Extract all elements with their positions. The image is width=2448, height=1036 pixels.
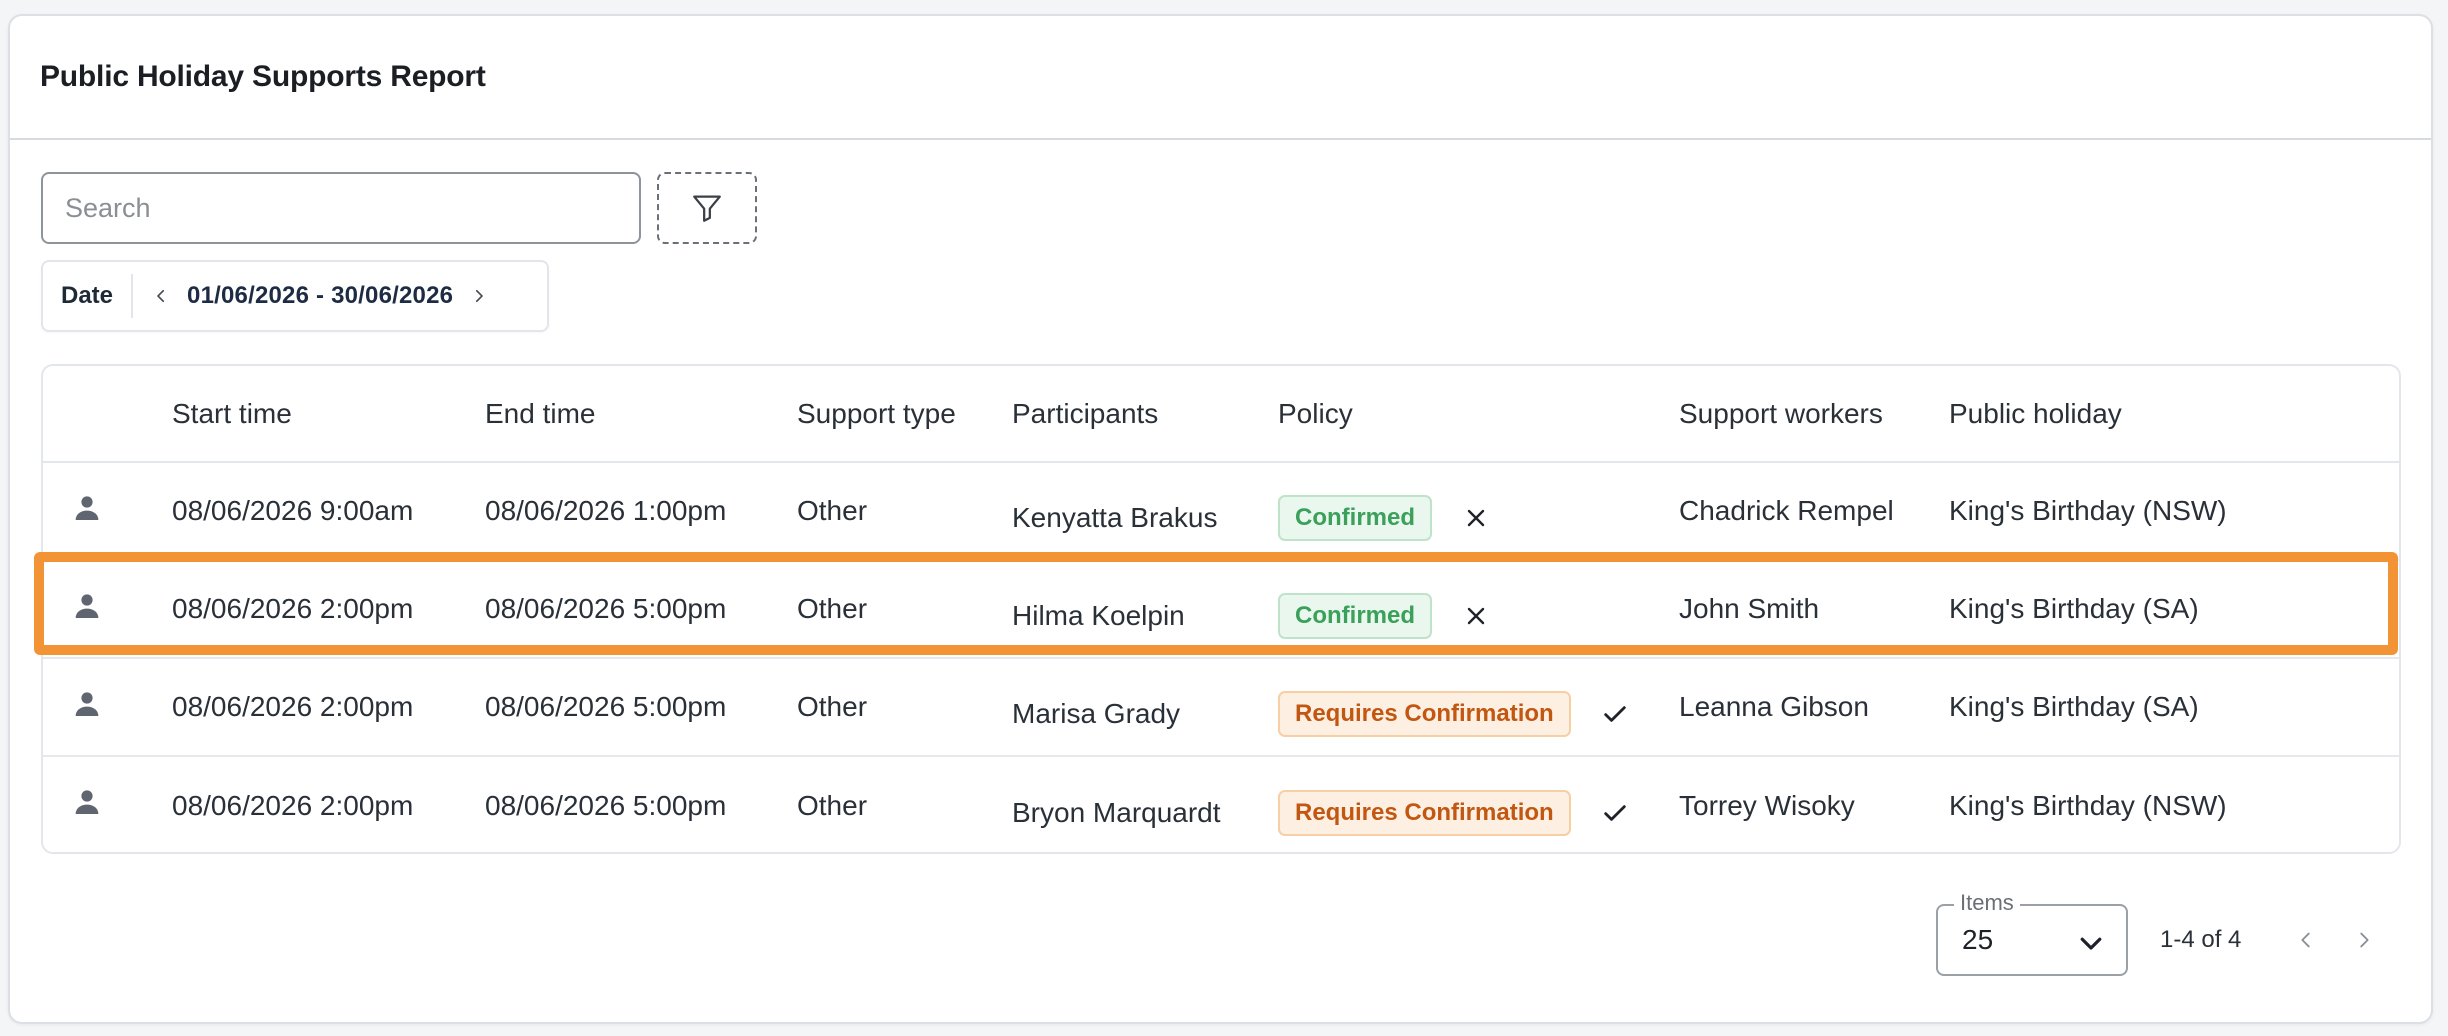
row-icon-cell [43,462,172,561]
person-icon [75,593,99,618]
public-holiday-cell: King's Birthday (SA) [1949,560,2399,659]
start-time-cell: 08/06/2026 9:00am [172,462,485,561]
participant-cell: Hilma Koelpin [1012,560,1278,659]
person-icon [75,691,99,716]
status-badge: Confirmed [1278,593,1432,639]
start-time-cell: 08/06/2026 2:00pm [172,789,414,821]
table-row[interactable]: 08/06/2026 2:00pm 08/06/2026 5:00pm Othe… [43,658,2399,757]
date-nav: 01/06/2026 - 30/06/2026 [133,282,493,310]
row-icon-cell [43,756,172,852]
end-time-cell: 08/06/2026 5:00pm [485,789,727,821]
items-value: 25 [1962,924,1994,955]
policy-cell: Requires Confirmation [1278,756,1679,852]
search-box[interactable] [41,172,641,244]
close-icon[interactable] [1460,600,1492,632]
column-header-icon [43,366,172,463]
participant-cell: Marisa Grady [1012,658,1278,757]
date-range-value[interactable]: 01/06/2026 - 30/06/2026 [187,282,453,310]
end-time-cell: 08/06/2026 5:00pm [485,658,797,757]
row-icon-cell [43,658,172,757]
chevron-right-icon [2360,932,2369,948]
filter-icon [693,195,721,222]
check-icon[interactable] [1599,698,1631,730]
items-label: Items [1954,890,2020,916]
support-worker-cell: Chadrick Rempel [1679,462,1949,561]
end-time-cell: 08/06/2026 1:00pm [485,462,797,561]
chevron-left-icon [2301,932,2311,948]
support-worker-cell: Leanna Gibson [1679,658,1949,757]
page-title: Public Holiday Supports Report [40,60,486,93]
person-icon [75,495,99,520]
column-header[interactable]: Support workers [1679,366,1949,463]
toolbar [41,172,757,244]
card-header: Public Holiday Supports Report [10,16,2431,140]
pagination-range: 1-4 of 4 [2160,926,2242,953]
start-time-cell: 08/06/2026 2:00pm [172,658,485,757]
public-holiday-cell: King's Birthday (NSW) [1949,789,2227,821]
public-holiday-cell: King's Birthday (SA) [1949,658,2399,757]
end-time-cell: 08/06/2026 5:00pm [485,560,797,659]
policy-cell: Requires Confirmation [1278,658,1679,757]
support-type-cell: Other [797,462,1012,561]
public-holiday-cell: King's Birthday (NSW) [1949,462,2399,561]
table-row[interactable]: 08/06/2026 2:00pm 08/06/2026 5:00pm Othe… [43,756,2399,852]
row-icon-cell [43,560,172,659]
date-range-filter: Date 01/06/2026 - 30/06/2026 [41,260,549,332]
column-header[interactable]: Start time [172,366,485,463]
prev-page-button[interactable] [2291,925,2321,955]
participant-cell: Bryon Marquardt [1012,796,1221,828]
table-row[interactable]: 08/06/2026 2:00pm 08/06/2026 5:00pm Othe… [43,560,2399,659]
status-badge: Requires Confirmation [1278,691,1571,737]
pagination-nav [2291,925,2379,955]
search-input[interactable] [65,192,639,224]
person-icon [75,790,99,814]
column-header[interactable]: Policy [1278,366,1679,463]
filter-button[interactable] [657,172,757,244]
date-prev-button[interactable] [147,282,175,310]
policy-cell: Confirmed [1278,560,1679,659]
column-header[interactable]: Support type [797,366,1012,463]
chevron-right-icon [476,289,484,303]
column-header[interactable]: Participants [1012,366,1278,463]
chevron-down-icon [2080,937,2102,950]
status-badge: Confirmed [1278,495,1432,541]
support-type-cell: Other [797,560,1012,659]
pagination: Items 25 1-4 of 4 [1936,890,2379,976]
status-badge: Requires Confirmation [1278,789,1571,836]
table-row[interactable]: 08/06/2026 9:00am 08/06/2026 1:00pm Othe… [43,462,2399,561]
support-type-cell: Other [797,789,868,821]
items-per-page-select[interactable]: Items 25 [1936,890,2128,976]
table-header-row: Start time End time Support type Partici… [43,366,2399,463]
column-header[interactable]: Public holiday [1949,366,2399,463]
date-next-button[interactable] [465,282,493,310]
support-worker-cell: John Smith [1679,560,1949,659]
chevron-left-icon [157,289,165,303]
policy-cell: Confirmed [1278,462,1679,561]
support-type-cell: Other [797,658,1012,757]
start-time-cell: 08/06/2026 2:00pm [172,560,485,659]
participant-cell: Kenyatta Brakus [1012,462,1278,561]
date-label: Date [43,274,134,318]
report-card: Public Holiday Supports Report Date 01/0… [8,14,2433,1024]
supports-table: Start time End time Support type Partici… [41,364,2401,854]
close-icon[interactable] [1460,502,1492,534]
next-page-button[interactable] [2349,925,2379,955]
support-worker-cell: Torrey Wisoky [1679,789,1855,821]
check-icon[interactable] [1599,797,1631,829]
column-header[interactable]: End time [485,366,797,463]
